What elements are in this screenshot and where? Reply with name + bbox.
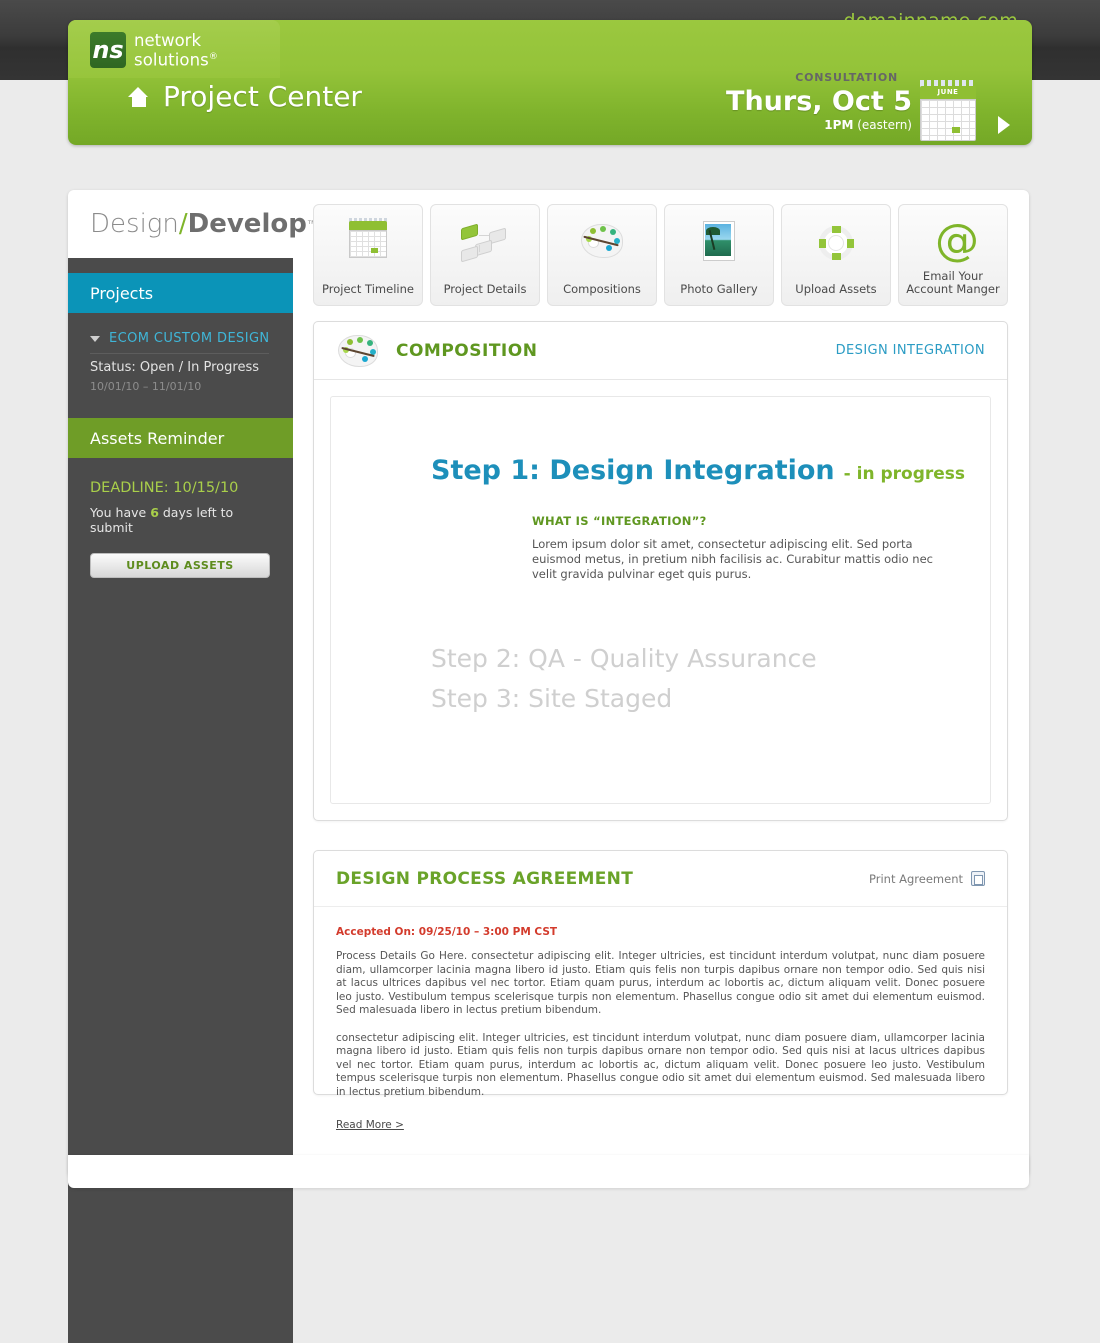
print-agreement-label: Print Agreement: [869, 871, 963, 886]
nav-upload-assets[interactable]: Upload Assets: [781, 204, 891, 306]
agreement-card: DESIGN PROCESS AGREEMENT Print Agreement…: [313, 850, 1008, 1131]
days-number: 6: [150, 505, 159, 520]
lifesaver-icon: [810, 218, 862, 266]
ns-logo-icon: ns: [90, 32, 126, 68]
brand-logo-tab[interactable]: ns network solutions®: [68, 20, 280, 78]
sidebar-project-status: Status: Open / In Progress: [90, 360, 259, 375]
composition-card-header: COMPOSITION DESIGN INTEGRATION: [314, 322, 1007, 380]
logo-develop-text: Develop: [187, 209, 307, 239]
calendar-highlight: [952, 127, 960, 133]
step-3-heading: Step 3: Site Staged: [431, 684, 673, 713]
integration-body-text: Lorem ipsum dolor sit amet, consectetur …: [532, 537, 933, 581]
time-text: 1PM (eastern): [824, 118, 912, 132]
design-integration-link[interactable]: DESIGN INTEGRATION: [836, 343, 985, 358]
palette-icon: [336, 331, 382, 371]
calendar-icon: [342, 218, 394, 266]
sidebar-project-name[interactable]: ECOM CUSTOM DESIGN: [109, 331, 270, 346]
main-panel: Design / Develop ™ Project Timeline Project…: [68, 190, 1029, 1343]
design-develop-logo: Design / Develop ™: [68, 190, 317, 258]
composition-title: COMPOSITION: [396, 340, 538, 361]
at-sign-icon: @: [935, 215, 979, 266]
nav-label: Photo Gallery: [680, 282, 758, 296]
consultation-label: CONSULTATION: [795, 71, 898, 84]
print-agreement-button[interactable]: Print Agreement: [869, 871, 985, 886]
sidebar-item-assets-reminder[interactable]: Assets Reminder: [68, 418, 293, 458]
logo-design-text: Design: [90, 209, 179, 239]
what-is-integration-heading: WHAT IS “INTEGRATION”?: [532, 514, 707, 528]
green-header: ns network solutions® Project Center CON…: [68, 20, 1032, 145]
upload-assets-button[interactable]: UPLOAD ASSETS: [90, 553, 270, 578]
panel-bottom-strip: [68, 1155, 1029, 1188]
photo-icon: [693, 218, 745, 266]
sidebar-project-dates: 10/01/10 – 11/01/10: [90, 380, 202, 393]
agreement-card-header: DESIGN PROCESS AGREEMENT Print Agreement: [314, 851, 1007, 907]
read-more-link[interactable]: Read More >: [314, 1099, 1007, 1132]
sidebar-item-projects[interactable]: Projects: [68, 273, 293, 313]
page-title-text: Project Center: [163, 80, 362, 113]
calendar-month: JUNE: [920, 86, 976, 99]
nav-project-timeline[interactable]: Project Timeline: [313, 204, 423, 306]
agreement-paragraph-1: Process Details Go Here. consectetur adi…: [336, 950, 985, 1016]
composition-card: COMPOSITION DESIGN INTEGRATION Step 1: D…: [313, 321, 1008, 821]
agreement-paragraph-2: consectetur adipiscing elit. Integer ult…: [336, 1031, 985, 1098]
icon-nav-strip: Project Timeline Project Details Composi…: [313, 204, 1015, 306]
page-title: Project Center: [128, 80, 362, 113]
date-text: Thurs, Oct 5: [726, 86, 912, 117]
brand-line-2: solutions®: [134, 50, 218, 70]
step-1-heading: Step 1: Design Integration - in progress: [431, 455, 990, 486]
step-1-title: Step 1: Design Integration: [431, 455, 835, 486]
printer-icon[interactable]: [971, 871, 985, 886]
nav-photo-gallery[interactable]: Photo Gallery: [664, 204, 774, 306]
sidebar-days-left: You have 6 days left to submit: [68, 496, 293, 535]
palette-icon: [576, 218, 628, 266]
calendar-icon: JUNE: [918, 80, 978, 143]
step-1-status: - in progress: [843, 464, 966, 484]
calendar-grid: [920, 99, 976, 141]
content-area: COMPOSITION DESIGN INTEGRATION Step 1: D…: [313, 321, 1008, 1131]
nav-label: Upload Assets: [795, 282, 877, 296]
consultation-date: Thurs, Oct 5 1PM (eastern): [726, 86, 912, 132]
flowchart-icon: [459, 218, 511, 266]
nav-label: Compositions: [563, 282, 641, 296]
accepted-on-text: Accepted On: 09/25/10 – 3:00 PM CST: [336, 926, 558, 938]
sidebar-deadline: DEADLINE: 10/15/10: [90, 480, 239, 496]
read-more-label: Read More >: [336, 1119, 404, 1131]
logo-slash: /: [178, 209, 188, 239]
nav-email-account-manager[interactable]: @ Email Your Account Manger: [898, 204, 1008, 306]
nav-label: Email Your Account Manger: [906, 270, 999, 296]
next-arrow-icon[interactable]: [998, 116, 1010, 134]
sidebar-project-row[interactable]: ECOM CUSTOM DESIGN: [68, 313, 293, 346]
nav-compositions[interactable]: Compositions: [547, 204, 657, 306]
brand-wordmark: network solutions®: [134, 32, 218, 69]
agreement-title: DESIGN PROCESS AGREEMENT: [336, 868, 634, 889]
composition-body: Step 1: Design Integration - in progress…: [330, 396, 991, 804]
nav-label: Project Timeline: [322, 282, 414, 296]
nav-project-details[interactable]: Project Details: [430, 204, 540, 306]
brand-line-1: network: [134, 31, 202, 50]
chevron-down-icon[interactable]: [90, 335, 100, 342]
step-2-heading: Step 2: QA - Quality Assurance: [431, 644, 817, 673]
nav-label: Project Details: [443, 282, 527, 296]
days-prefix: You have: [90, 505, 147, 520]
home-icon: [128, 86, 149, 107]
nav-label-line2: Account Manger: [906, 282, 1000, 296]
